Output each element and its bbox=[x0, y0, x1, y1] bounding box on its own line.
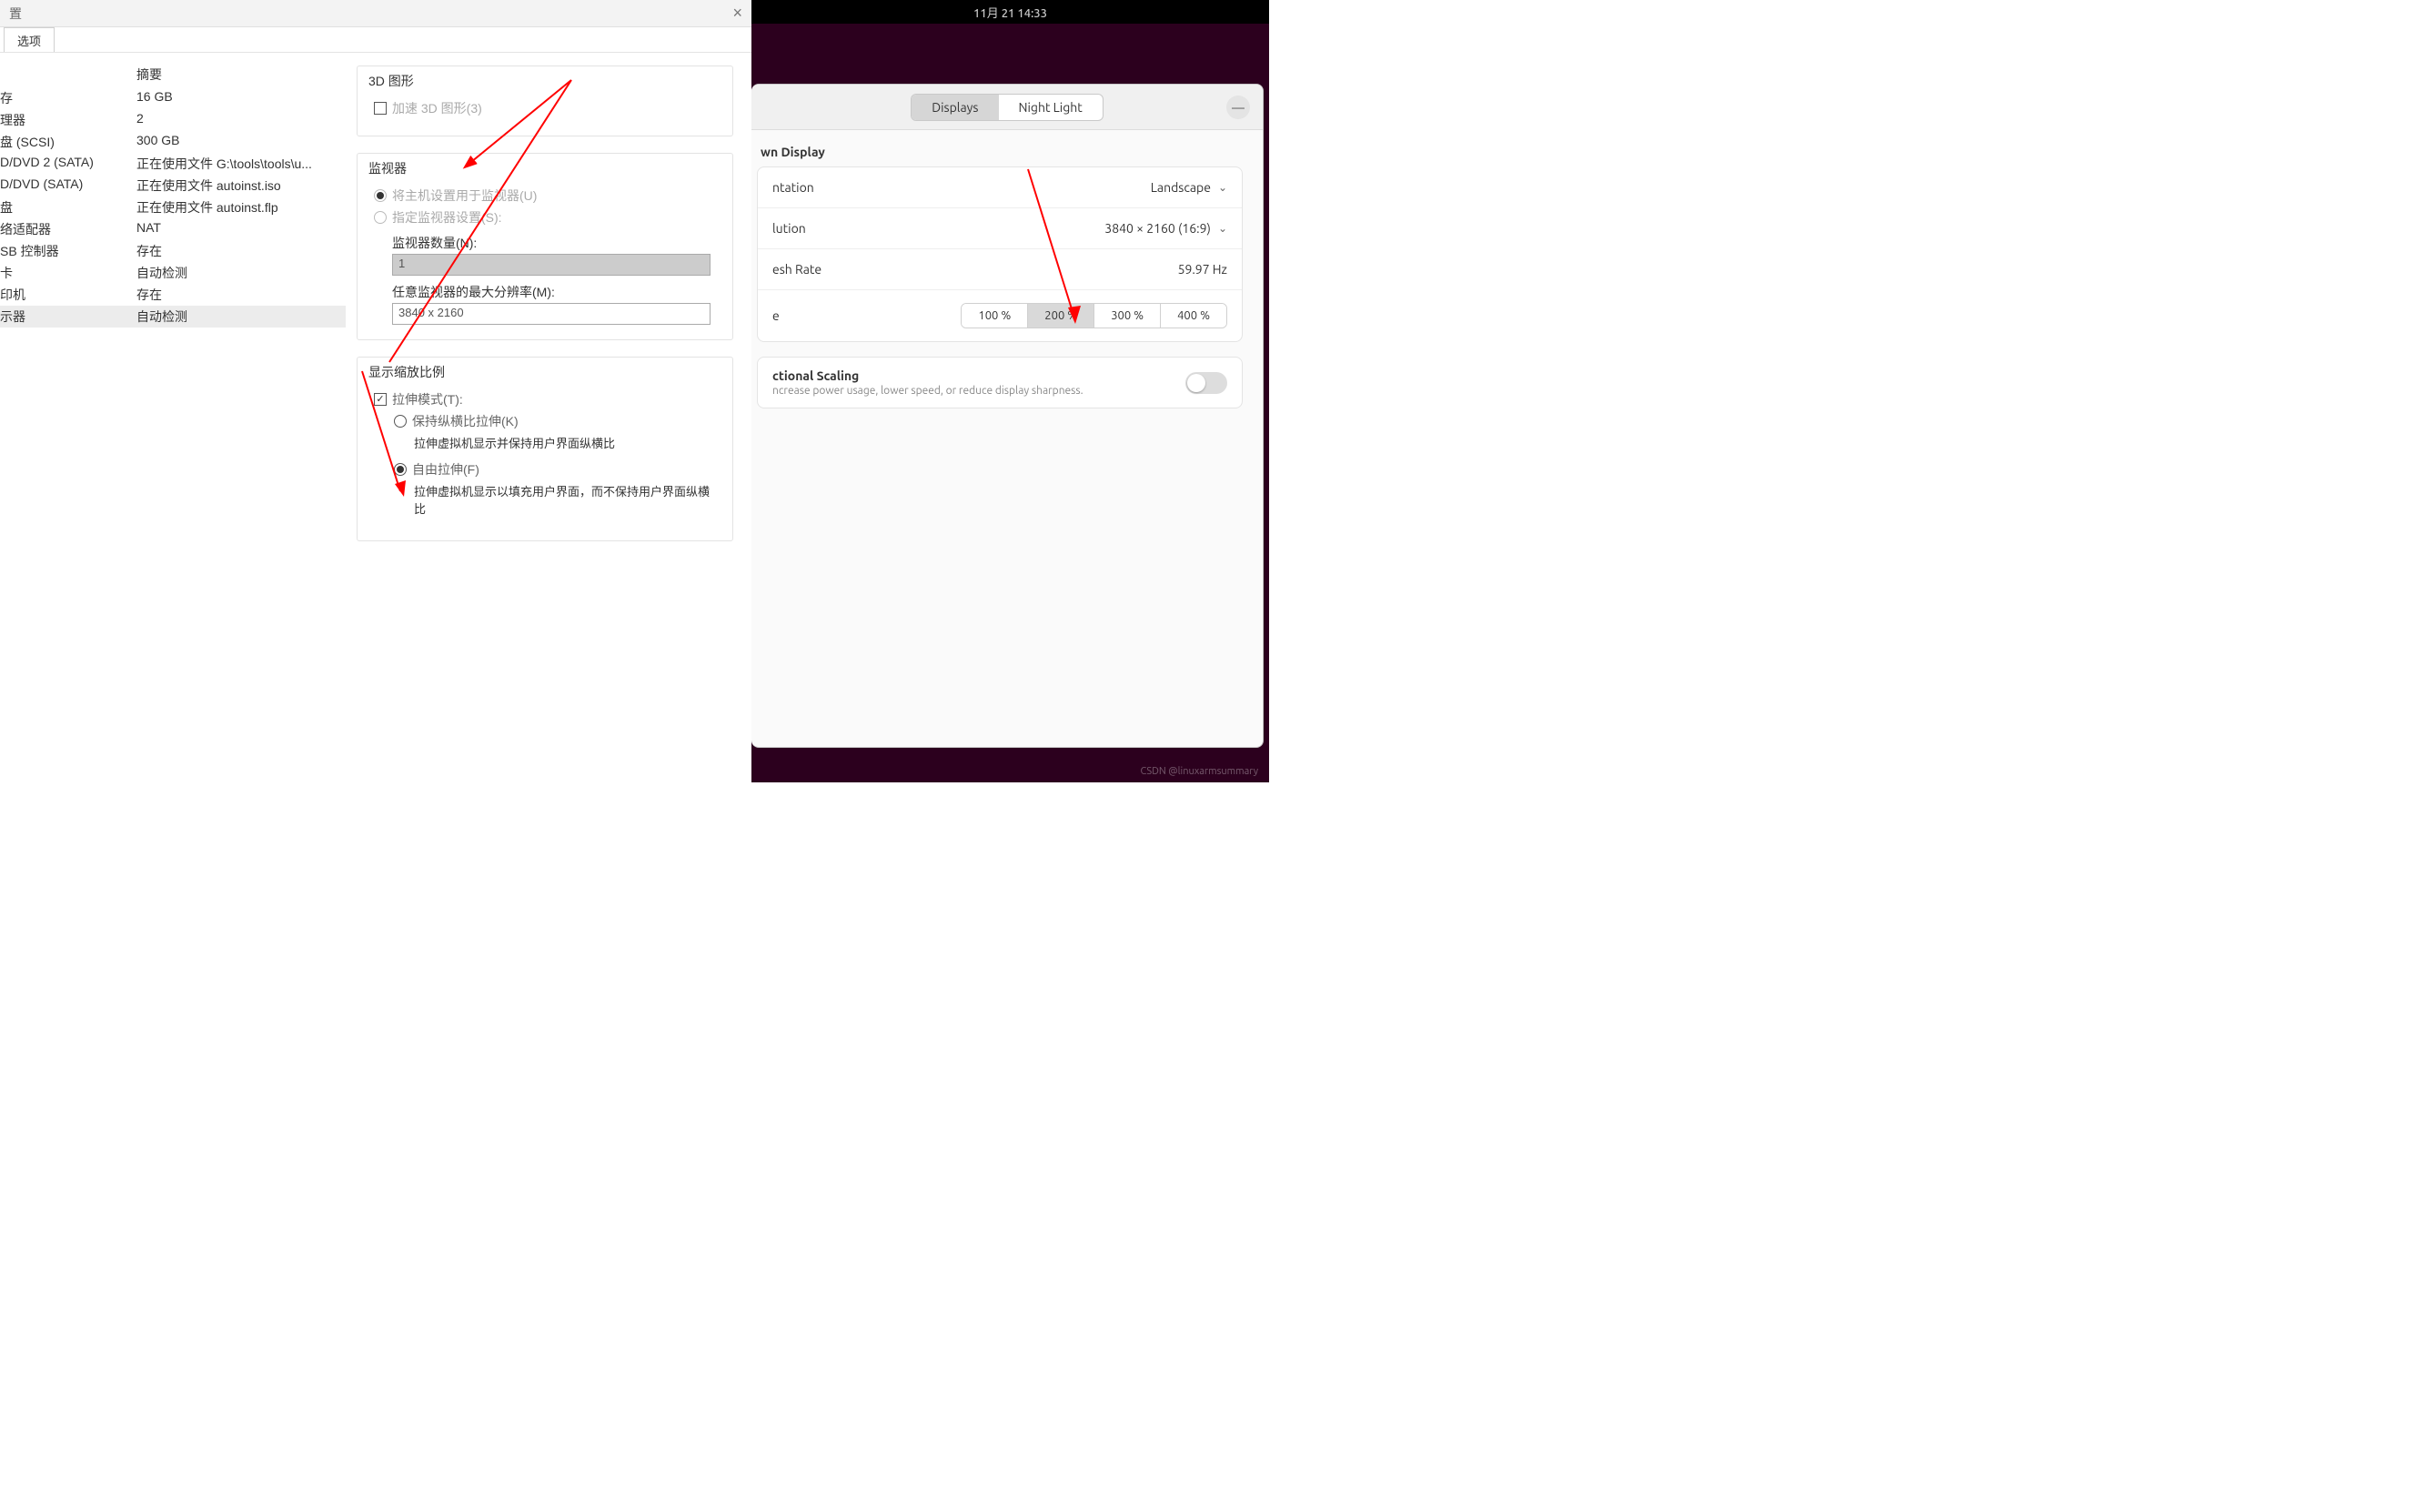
tab-night-light[interactable]: Night Light bbox=[999, 95, 1103, 120]
device-name: D/DVD 2 (SATA) bbox=[0, 155, 136, 173]
gnome-settings-displays: Displays Night Light — wn Display ntatio… bbox=[751, 84, 1264, 748]
chevron-down-icon: ⌄ bbox=[1218, 222, 1227, 235]
radio-keep-aspect[interactable]: 保持纵横比拉伸(K) bbox=[394, 412, 716, 430]
fractional-scaling-desc: ncrease power usage, lower speed, or red… bbox=[772, 385, 1083, 397]
section-monitor: 监视器 将主机设置用于监视器(U) 指定监视器设置(S): 监视器数量(N): … bbox=[357, 153, 733, 340]
scale-option-button[interactable]: 300 % bbox=[1094, 304, 1161, 328]
device-row[interactable]: 存16 GB bbox=[0, 87, 346, 109]
minimize-button[interactable]: — bbox=[1226, 96, 1250, 119]
device-summary: 16 GB bbox=[136, 89, 346, 107]
ubuntu-clock: 11月 21 14:33 bbox=[973, 4, 1047, 21]
dialog-titlebar: 置 × bbox=[0, 0, 751, 27]
vmware-settings-dialog: 置 × 选项 摘要 存16 GB理器2盘 (SCSI)300 GBD/DVD 2… bbox=[0, 0, 751, 782]
device-name: 络适配器 bbox=[0, 220, 136, 238]
dialog-title: 置 bbox=[9, 5, 22, 23]
ubuntu-topbar: 11月 21 14:33 bbox=[751, 0, 1269, 24]
monitor-count-label: 监视器数量(N): bbox=[392, 234, 716, 252]
device-name: 印机 bbox=[0, 286, 136, 304]
device-name: 存 bbox=[0, 89, 136, 107]
row-refresh-rate: esh Rate 59.97 Hz bbox=[758, 249, 1242, 290]
col-summary: 摘要 bbox=[136, 66, 346, 84]
max-res-select[interactable]: 3840 x 2160 bbox=[392, 303, 711, 325]
device-name: 盘 (SCSI) bbox=[0, 133, 136, 151]
settings-header: Displays Night Light — bbox=[751, 85, 1263, 130]
row-fractional-scaling: ctional Scaling ncrease power usage, low… bbox=[757, 357, 1243, 408]
device-name: 盘 bbox=[0, 198, 136, 217]
device-summary: 存在 bbox=[136, 286, 346, 304]
device-summary: 300 GB bbox=[136, 133, 346, 151]
device-summary: NAT bbox=[136, 220, 346, 238]
device-summary: 正在使用文件 G:\tools\tools\u... bbox=[136, 155, 346, 173]
tab-displays[interactable]: Displays bbox=[912, 95, 998, 120]
device-row[interactable]: SB 控制器存在 bbox=[0, 240, 346, 262]
ubuntu-window: 11月 21 14:33 Displays Night Light — wn D… bbox=[751, 0, 1269, 782]
scale-option-button[interactable]: 100 % bbox=[962, 304, 1028, 328]
device-name: D/DVD (SATA) bbox=[0, 176, 136, 195]
keep-aspect-desc: 拉伸虚拟机显示并保持用户界面纵横比 bbox=[414, 434, 716, 451]
checkbox-stretch-mode[interactable]: 拉伸模式(T): bbox=[374, 390, 716, 408]
section-3d-graphics: 3D 图形 加速 3D 图形(3) bbox=[357, 66, 733, 136]
chevron-down-icon: ⌄ bbox=[1218, 181, 1227, 194]
free-stretch-desc: 拉伸虚拟机显示以填充用户界面，而不保持用户界面纵横比 bbox=[414, 482, 716, 517]
device-name: 卡 bbox=[0, 264, 136, 282]
device-detail-panel: 3D 图形 加速 3D 图形(3) 监视器 将主机设置用于监视器(U) bbox=[346, 53, 751, 782]
tab-options[interactable]: 选项 bbox=[4, 27, 55, 52]
row-scale: e 100 %200 %300 %400 % bbox=[758, 290, 1242, 341]
device-summary: 2 bbox=[136, 111, 346, 129]
device-name: SB 控制器 bbox=[0, 242, 136, 260]
fractional-scaling-title: ctional Scaling bbox=[772, 368, 1083, 383]
device-summary: 正在使用文件 autoinst.iso bbox=[136, 176, 346, 195]
checkbox-accel-3d[interactable]: 加速 3D 图形(3) bbox=[374, 99, 716, 117]
device-row[interactable]: 示器自动检测 bbox=[0, 306, 346, 328]
device-row[interactable]: 卡自动检测 bbox=[0, 262, 346, 284]
device-row[interactable]: 印机存在 bbox=[0, 284, 346, 306]
device-summary: 自动检测 bbox=[136, 307, 346, 326]
col-device bbox=[0, 66, 136, 84]
close-icon[interactable]: × bbox=[732, 4, 742, 23]
section-scale: 显示缩放比例 拉伸模式(T): 保持纵横比拉伸(K) 拉伸虚拟机显示并保持用户界… bbox=[357, 357, 733, 541]
display-settings-list: ntation Landscape⌄ lution 3840 × 2160 (1… bbox=[757, 166, 1243, 342]
max-res-label: 任意监视器的最大分辨率(M): bbox=[392, 283, 716, 301]
device-summary: 自动检测 bbox=[136, 264, 346, 282]
device-summary: 正在使用文件 autoinst.flp bbox=[136, 198, 346, 217]
monitor-count-select[interactable]: 1 bbox=[392, 254, 711, 276]
device-summary: 存在 bbox=[136, 242, 346, 260]
device-row[interactable]: D/DVD 2 (SATA)正在使用文件 G:\tools\tools\u... bbox=[0, 153, 346, 175]
device-name: 示器 bbox=[0, 307, 136, 326]
device-row[interactable]: D/DVD (SATA)正在使用文件 autoinst.iso bbox=[0, 175, 346, 197]
radio-specify-monitor[interactable]: 指定监视器设置(S): bbox=[374, 208, 716, 227]
scale-option-button[interactable]: 200 % bbox=[1028, 304, 1094, 328]
scale-button-group: 100 %200 %300 %400 % bbox=[961, 303, 1227, 328]
section-title-3d: 3D 图形 bbox=[358, 66, 732, 94]
radio-use-host[interactable]: 将主机设置用于监视器(U) bbox=[374, 186, 716, 205]
device-row[interactable]: 盘 (SCSI)300 GB bbox=[0, 131, 346, 153]
scale-option-button[interactable]: 400 % bbox=[1161, 304, 1226, 328]
device-row[interactable]: 理器2 bbox=[0, 109, 346, 131]
section-title-monitor: 监视器 bbox=[358, 154, 732, 181]
fractional-scaling-toggle[interactable] bbox=[1185, 372, 1227, 394]
device-list: 摘要 存16 GB理器2盘 (SCSI)300 GBD/DVD 2 (SATA)… bbox=[0, 53, 346, 782]
row-resolution[interactable]: lution 3840 × 2160 (16:9)⌄ bbox=[758, 208, 1242, 249]
radio-free-stretch[interactable]: 自由拉伸(F) bbox=[394, 460, 716, 479]
device-name: 理器 bbox=[0, 111, 136, 129]
section-title-scale: 显示缩放比例 bbox=[358, 358, 732, 385]
watermark: CSDN @linuxarmsummary bbox=[1140, 766, 1258, 777]
display-section-title: wn Display bbox=[757, 145, 1243, 159]
device-row[interactable]: 络适配器NAT bbox=[0, 218, 346, 240]
device-row[interactable]: 盘正在使用文件 autoinst.flp bbox=[0, 197, 346, 218]
row-orientation[interactable]: ntation Landscape⌄ bbox=[758, 167, 1242, 208]
dialog-tabs: 选项 bbox=[0, 27, 751, 53]
displays-tabs: Displays Night Light bbox=[911, 94, 1104, 121]
